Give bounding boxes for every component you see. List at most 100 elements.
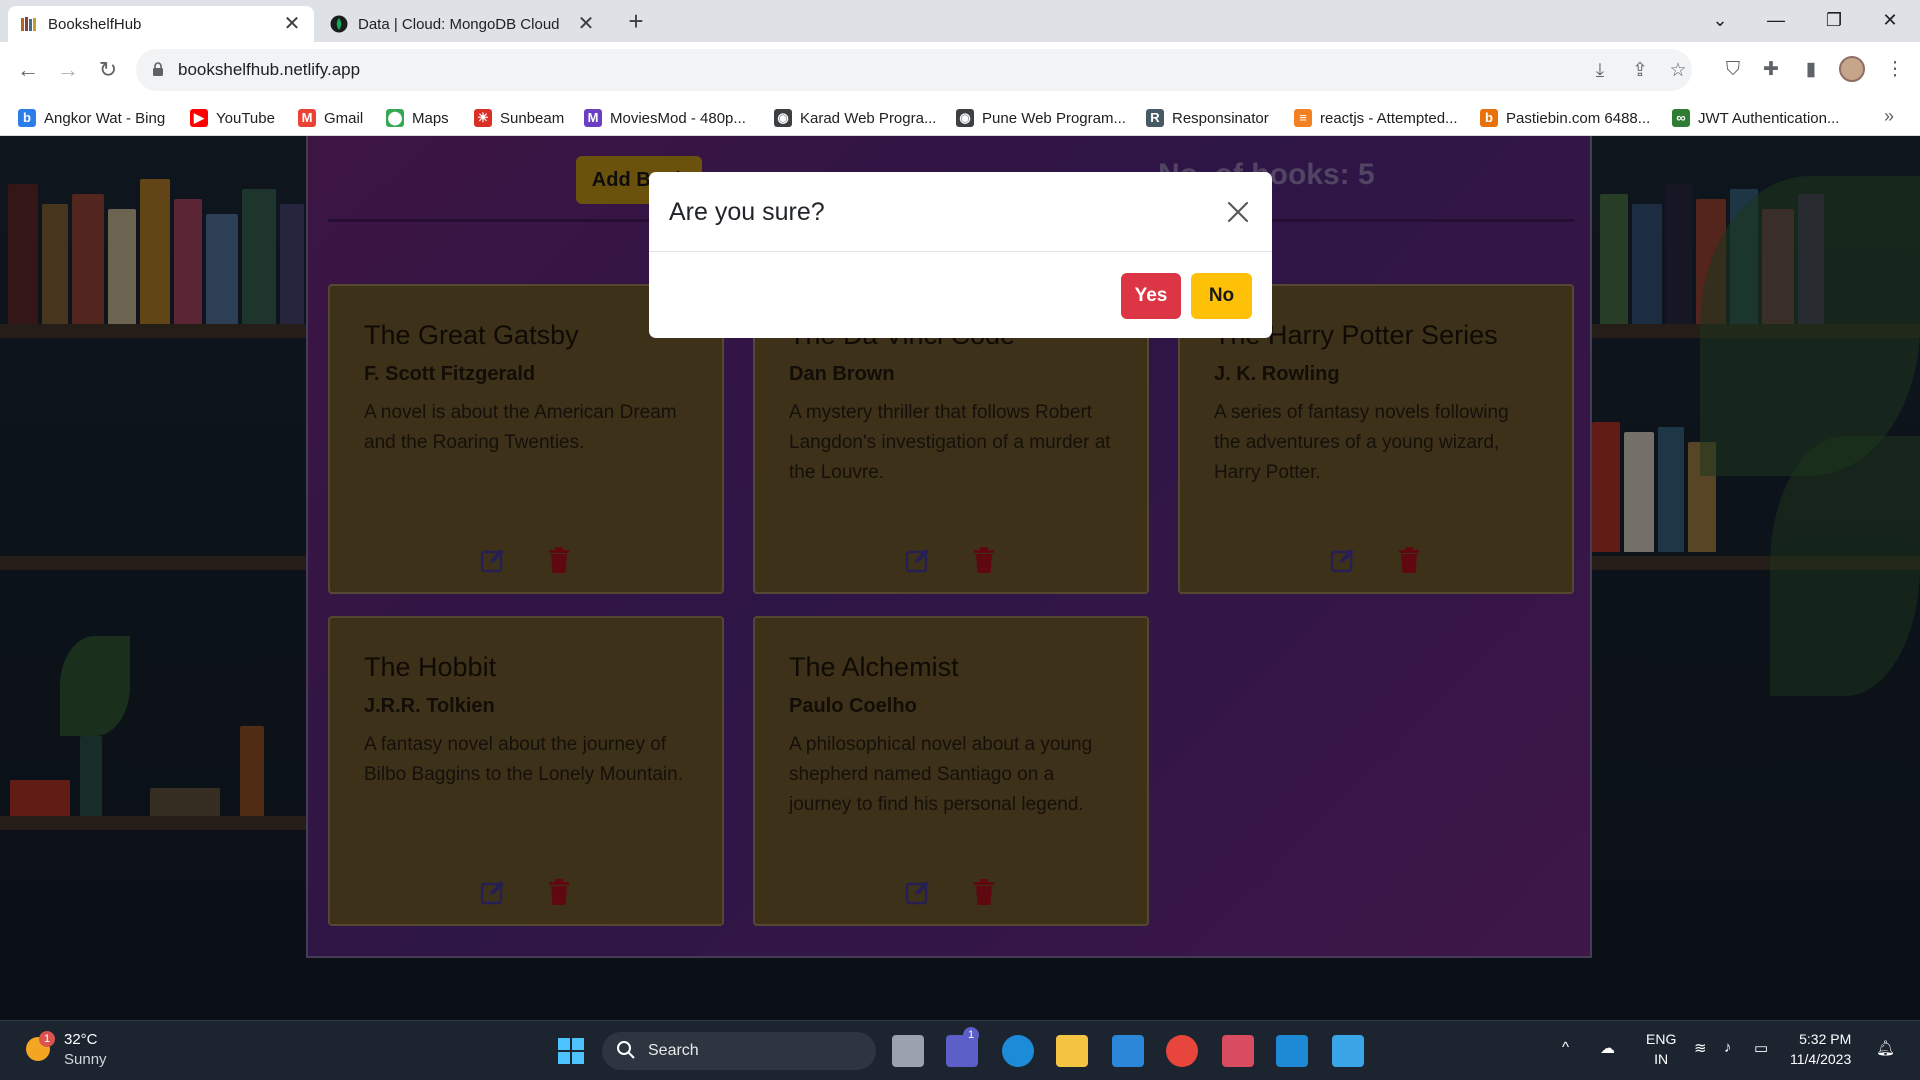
pastiebin-icon: b: [1480, 109, 1498, 127]
lang-bottom: IN: [1654, 1051, 1669, 1067]
task-view-icon[interactable]: [892, 1035, 924, 1067]
taskbar-search[interactable]: Search: [602, 1032, 876, 1070]
tab-close-icon[interactable]: ✕: [282, 14, 302, 34]
lock-icon: [153, 62, 163, 76]
bookmarks-more-icon[interactable]: »: [1884, 106, 1894, 127]
notification-bell-icon[interactable]: 🔔︎: [1876, 1039, 1895, 1057]
windows-start-icon[interactable]: [555, 1035, 587, 1067]
chrome-icon[interactable]: [1166, 1035, 1198, 1067]
globe-icon: ◉: [956, 109, 974, 127]
bookmark-label: Maps: [412, 109, 449, 127]
close-icon[interactable]: [1224, 198, 1252, 226]
snipping-tool-icon[interactable]: [1222, 1035, 1254, 1067]
stackoverflow-icon: ≡: [1294, 109, 1312, 127]
bing-icon: b: [18, 109, 36, 127]
teams-badge: 1: [963, 1027, 979, 1043]
bookmark-responsinator[interactable]: R Responsinator: [1146, 107, 1269, 129]
restore-button[interactable]: ❐: [1810, 0, 1858, 40]
bookmark-angkor-wat[interactable]: b Angkor Wat - Bing: [18, 107, 165, 129]
side-panel-icon[interactable]: ▮: [1796, 54, 1826, 86]
no-button[interactable]: No: [1191, 273, 1252, 319]
maps-icon: ⬤: [386, 109, 404, 127]
file-explorer-icon[interactable]: [1056, 1035, 1088, 1067]
address-bar[interactable]: bookshelfhub.netlify.app ⤓ ⇪ ☆: [136, 49, 1692, 91]
bookmark-label: Responsinator: [1172, 109, 1269, 127]
volume-icon[interactable]: ♪: [1724, 1039, 1732, 1056]
bookmark-star-icon[interactable]: ☆: [1666, 59, 1690, 83]
modal-header: Are you sure?: [649, 172, 1272, 252]
windows-taskbar: 1 32°C Sunny Search 1 ^ ☁ ENG IN ≋ ♪ ▭ 5…: [0, 1020, 1920, 1080]
bookmark-youtube[interactable]: ▶ YouTube: [190, 107, 275, 129]
profile-avatar[interactable]: [1839, 56, 1865, 82]
bookmark-label: YouTube: [216, 109, 275, 127]
bookmark-label: Karad Web Progra...: [800, 109, 937, 127]
tab-bookshelfhub[interactable]: BookshelfHub ✕: [8, 6, 314, 42]
bookmark-label: Gmail: [324, 109, 364, 127]
bookmarks-bar: b Angkor Wat - Bing ▶ YouTube M Gmail ⬤ Maps…: [0, 98, 1920, 136]
bookmark-label: JWT Authentication...: [1698, 109, 1840, 127]
weather-badge: 1: [39, 1031, 55, 1047]
tab-title: Data | Cloud: MongoDB Cloud: [358, 15, 560, 33]
clock-date: 11/4/2023: [1790, 1051, 1852, 1067]
gmail-icon: M: [298, 109, 316, 127]
shield-extension-icon[interactable]: ⛉: [1718, 54, 1748, 86]
mail-icon[interactable]: [1112, 1035, 1144, 1067]
close-window-button[interactable]: ✕: [1866, 0, 1914, 40]
modal-title: Are you sure?: [669, 198, 825, 226]
bookmark-gmail[interactable]: M Gmail: [298, 107, 363, 129]
edge-icon[interactable]: [1002, 1035, 1034, 1067]
bookmark-reactjs[interactable]: ≡ reactjs - Attempted...: [1294, 107, 1458, 129]
tab-title: BookshelfHub: [48, 15, 142, 33]
clock[interactable]: 5:32 PM 11/4/2023: [1790, 1029, 1851, 1069]
language-indicator[interactable]: ENG IN: [1646, 1029, 1676, 1069]
url-text: bookshelfhub.netlify.app: [178, 60, 361, 79]
mongodb-favicon-icon: [330, 15, 348, 33]
bookmark-moviesmod[interactable]: M MoviesMod - 480p...: [584, 107, 746, 129]
bookmark-label: Pastiebin.com 6488...: [1506, 109, 1651, 127]
tray-overflow-icon[interactable]: ^: [1562, 1039, 1569, 1056]
bookshelf-favicon-icon: [21, 17, 36, 31]
share-icon[interactable]: ⇪: [1628, 59, 1652, 83]
tab-search-dropdown-icon[interactable]: ⌄: [1696, 0, 1744, 40]
minimize-button[interactable]: —: [1752, 0, 1800, 40]
yes-button[interactable]: Yes: [1121, 273, 1181, 319]
clock-time: 5:32 PM: [1799, 1031, 1852, 1047]
bookmark-label: Pune Web Program...: [982, 109, 1126, 127]
bookmark-label: Sunbeam: [500, 109, 565, 127]
globe-icon: ◉: [774, 109, 792, 127]
bookmark-pastiebin[interactable]: b Pastiebin.com 6488...: [1480, 107, 1650, 129]
search-icon: [617, 1041, 635, 1059]
bookmark-pune[interactable]: ◉ Pune Web Program...: [956, 107, 1126, 129]
search-label: Search: [648, 1042, 699, 1059]
weather-temp[interactable]: 32°C: [64, 1031, 98, 1048]
bookmark-label: Angkor Wat - Bing: [44, 109, 166, 127]
youtube-icon: ▶: [190, 109, 208, 127]
new-tab-button[interactable]: +: [620, 6, 652, 36]
responsinator-icon: R: [1146, 109, 1164, 127]
forward-button[interactable]: →: [52, 54, 84, 86]
battery-icon[interactable]: ▭: [1754, 1039, 1768, 1057]
lang-top: ENG: [1646, 1031, 1677, 1047]
browser-toolbar: ← → ↻ bookshelfhub.netlify.app ⤓ ⇪ ☆ ⛉ ✚…: [0, 42, 1920, 98]
wifi-icon[interactable]: ≋: [1694, 1039, 1707, 1057]
menu-kebab-icon[interactable]: ⋮: [1880, 54, 1910, 86]
bookmark-label: MoviesMod - 480p...: [610, 109, 746, 127]
bookmark-jwt[interactable]: ∞ JWT Authentication...: [1672, 107, 1839, 129]
back-button[interactable]: ←: [12, 54, 44, 86]
moviesmod-icon: M: [584, 109, 602, 127]
vscode-icon[interactable]: [1276, 1035, 1308, 1067]
bookmark-sunbeam[interactable]: ☀ Sunbeam: [474, 107, 564, 129]
bookmark-maps[interactable]: ⬤ Maps: [386, 107, 449, 129]
jwt-icon: ∞: [1672, 109, 1690, 127]
tab-mongodb[interactable]: Data | Cloud: MongoDB Cloud ✕: [318, 6, 608, 42]
tab-close-icon[interactable]: ✕: [576, 14, 596, 34]
bookmark-karad[interactable]: ◉ Karad Web Progra...: [774, 107, 936, 129]
extensions-puzzle-icon[interactable]: ✚: [1756, 54, 1786, 86]
install-app-icon[interactable]: ⤓: [1588, 59, 1612, 83]
confirm-modal: Are you sure? Yes No: [649, 172, 1272, 338]
sunbeam-icon: ☀: [474, 109, 492, 127]
notepad-icon[interactable]: [1332, 1035, 1364, 1067]
weather-desc[interactable]: Sunny: [64, 1051, 107, 1068]
onedrive-icon[interactable]: ☁: [1600, 1039, 1615, 1057]
reload-button[interactable]: ↻: [92, 54, 124, 86]
